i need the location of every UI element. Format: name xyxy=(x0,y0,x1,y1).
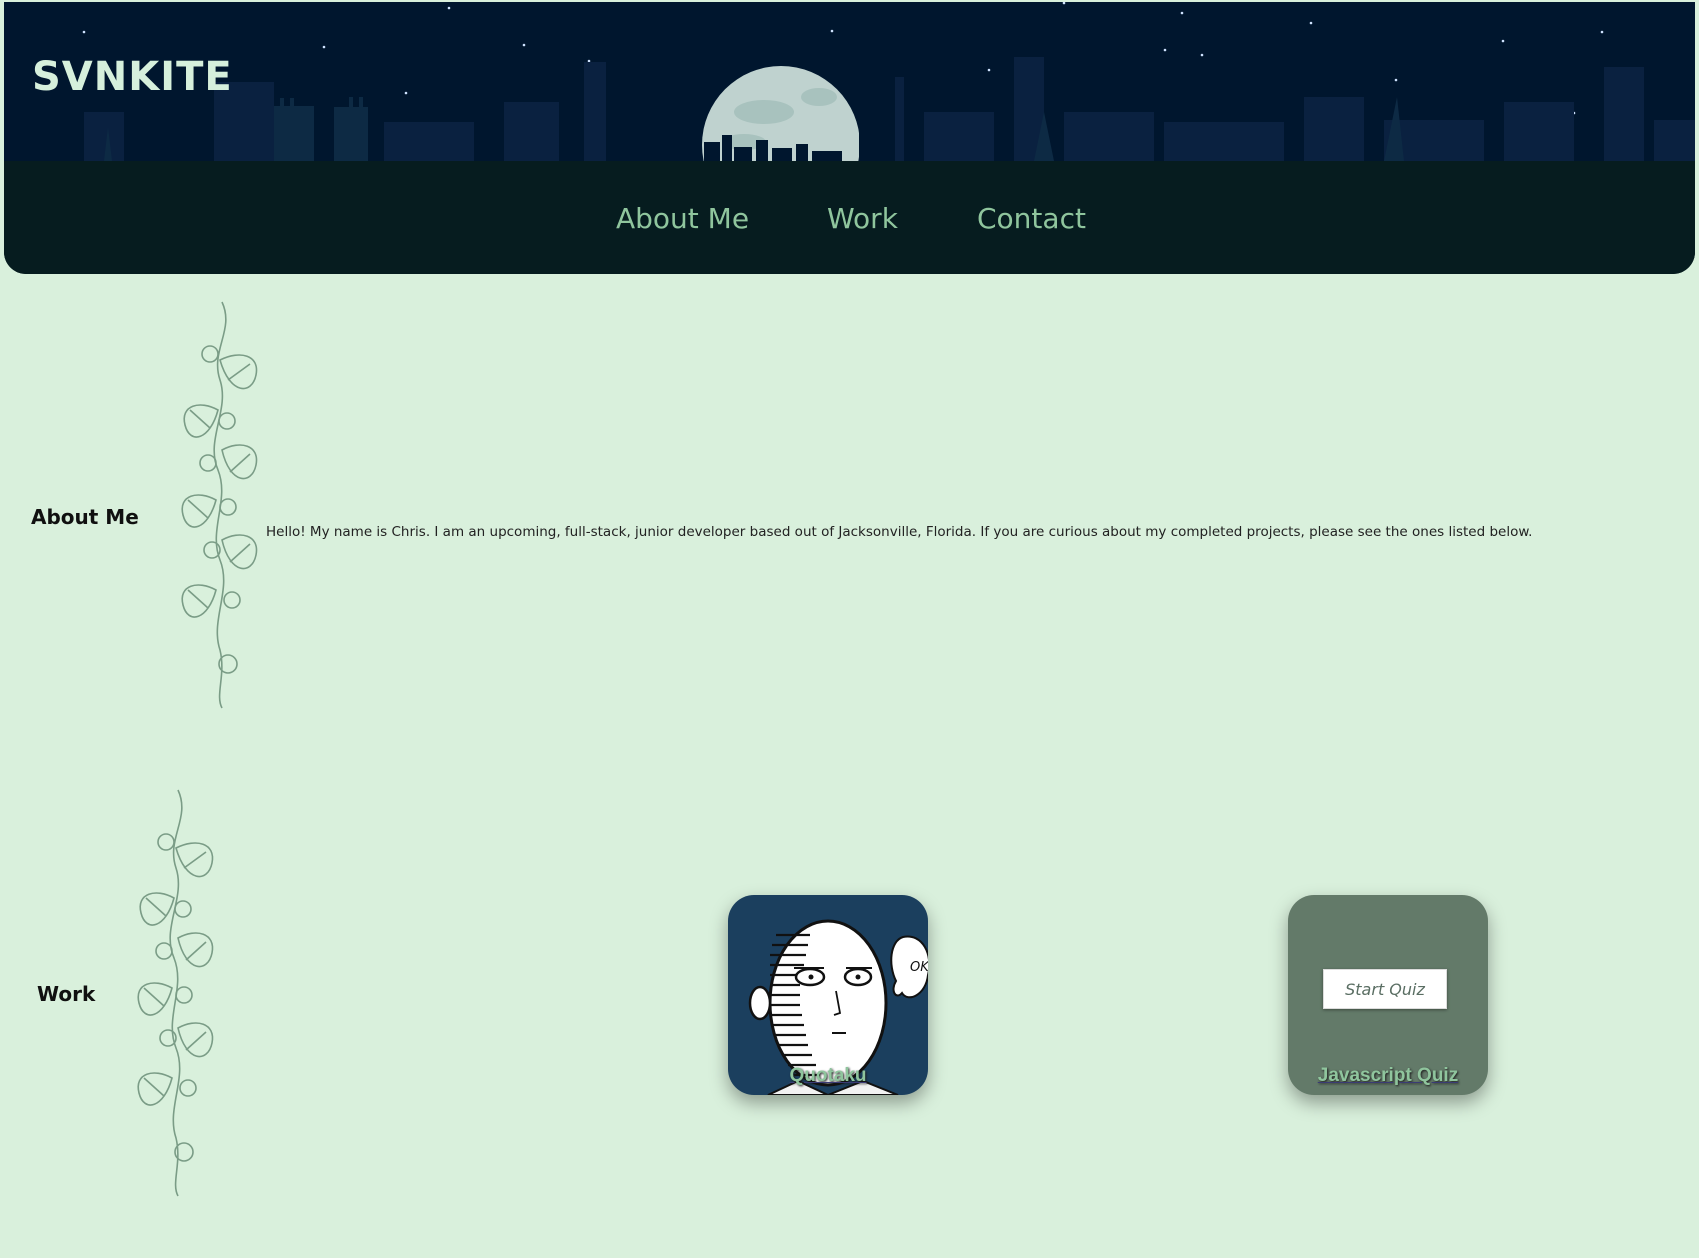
about-paragraph: Hello! My name is Chris. I am an upcomin… xyxy=(266,523,1533,540)
speech-bubble-text: OK xyxy=(910,960,928,975)
start-quiz-button[interactable]: Start Quiz xyxy=(1323,969,1447,1009)
skyline-illustration xyxy=(82,2,1695,161)
project-card-quotaku[interactable]: OK Quotaku xyxy=(728,895,928,1095)
project-card-javascript-quiz[interactable]: Start Quiz Javascript Quiz xyxy=(1288,895,1488,1095)
site-logo[interactable]: SVNKITE xyxy=(32,54,233,100)
nav-link-about-me[interactable]: About Me xyxy=(616,202,749,235)
project-title-javascript-quiz[interactable]: Javascript Quiz xyxy=(1288,1065,1488,1087)
site-header: SVNKITE About Me Work Contact xyxy=(4,2,1695,274)
main-nav: About Me Work Contact xyxy=(4,161,1695,274)
vine-decoration xyxy=(137,789,214,1197)
about-heading: About Me xyxy=(31,505,139,529)
project-title-quotaku[interactable]: Quotaku xyxy=(728,1065,928,1087)
work-heading: Work xyxy=(37,982,96,1006)
vine-decoration xyxy=(181,301,258,709)
night-skyline-banner: SVNKITE xyxy=(4,2,1695,161)
nav-link-contact[interactable]: Contact xyxy=(977,202,1086,235)
nav-link-work[interactable]: Work xyxy=(827,202,898,235)
